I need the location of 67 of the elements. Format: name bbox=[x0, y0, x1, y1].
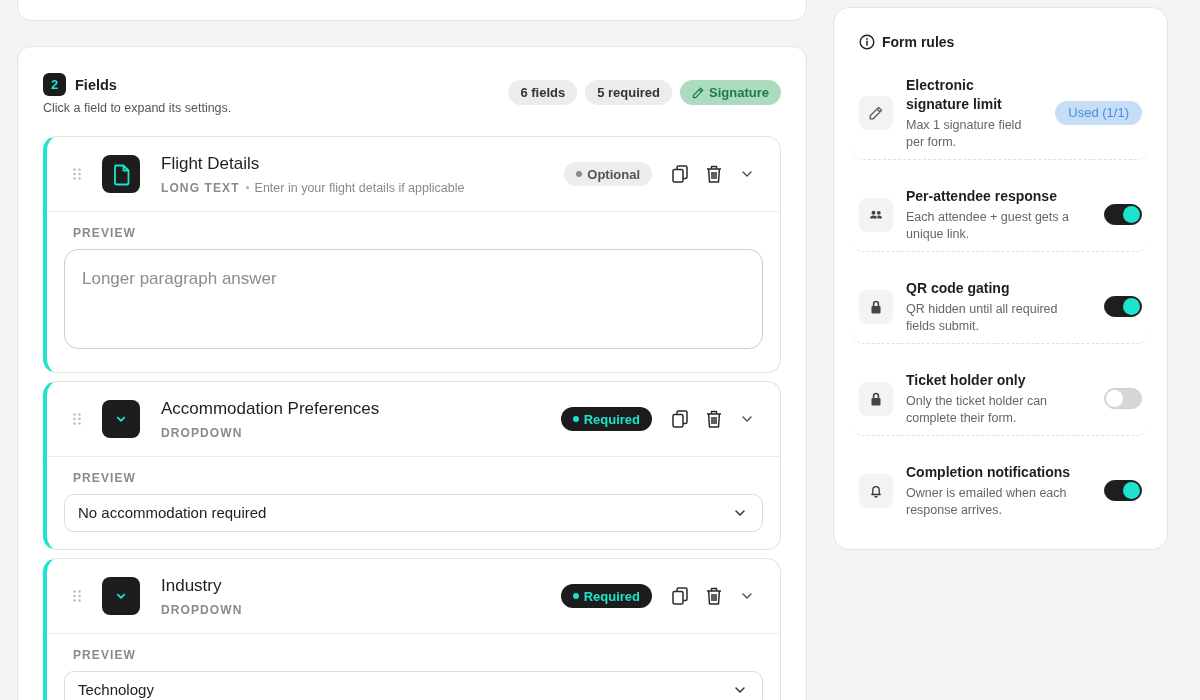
dropdown-field[interactable]: Technology bbox=[64, 671, 763, 700]
rule-title: Electronic signature limit bbox=[906, 76, 1003, 114]
count-chip: 6 fields bbox=[508, 80, 578, 105]
drag-handle-icon[interactable] bbox=[73, 413, 81, 425]
step-number: 2 bbox=[43, 73, 66, 96]
pencil-icon bbox=[692, 86, 705, 99]
dropdown-field[interactable]: No accommodation required bbox=[64, 494, 763, 532]
preview-label: PREVIEW bbox=[72, 470, 138, 486]
badge-label: Optional bbox=[587, 166, 640, 182]
chevron-down-icon bbox=[742, 171, 752, 177]
drag-handle-icon[interactable] bbox=[73, 168, 81, 180]
document-icon bbox=[102, 155, 140, 193]
lock-icon bbox=[859, 381, 893, 416]
rule-description: Only the ticket holder can complete their form. bbox=[906, 393, 1049, 426]
chevron-down-icon bbox=[742, 593, 752, 599]
field-type: DROPDOWN bbox=[161, 601, 243, 618]
toggle-switch[interactable] bbox=[1104, 296, 1142, 317]
info-icon bbox=[859, 34, 875, 50]
chip-label: Signature bbox=[709, 84, 769, 102]
pencil-icon bbox=[859, 96, 893, 130]
chevron-down-icon bbox=[102, 400, 140, 438]
section-subtitle: Click a field to expand its settings. bbox=[43, 101, 232, 115]
trash-icon bbox=[706, 587, 722, 605]
toggle-switch[interactable] bbox=[1104, 204, 1142, 225]
chevron-down-icon bbox=[735, 510, 745, 516]
copy-icon bbox=[672, 165, 688, 183]
status-dot-icon bbox=[576, 171, 583, 177]
field-type: LONG TEXT bbox=[161, 179, 240, 196]
rule-title: Ticket holder only bbox=[906, 371, 1027, 390]
drag-handle-icon[interactable] bbox=[73, 590, 81, 602]
rule-description: QR hidden until all required fields submit. bbox=[906, 301, 1059, 334]
badge-label: Required bbox=[583, 411, 640, 427]
badge-label: Required bbox=[583, 588, 640, 604]
chevron-down-icon bbox=[735, 687, 745, 693]
count-chip: 5 required bbox=[585, 80, 673, 105]
section-title: Fields bbox=[75, 76, 117, 93]
rule-description: Max 1 signature field per form. bbox=[906, 117, 1023, 150]
copy-icon bbox=[672, 587, 688, 605]
rule-title: QR code gating bbox=[906, 279, 1011, 298]
rule-title: Completion notifications bbox=[906, 463, 1072, 482]
rule-description: Each attendee + guest gets a unique link. bbox=[906, 209, 1070, 242]
panel-title: Form rules bbox=[882, 34, 955, 50]
preview-label: PREVIEW bbox=[72, 225, 138, 241]
bell-icon bbox=[859, 473, 893, 508]
field-card[interactable]: Accommodation Preferences DROPDOWN Required PREVIEW No accommodation required bbox=[43, 381, 781, 550]
field-title: Accommodation Preferences bbox=[161, 397, 381, 420]
trash-icon bbox=[706, 410, 722, 428]
status-dot-icon bbox=[572, 416, 579, 422]
copy-icon bbox=[672, 410, 688, 428]
rule-description: Owner is emailed when each response arrives. bbox=[906, 485, 1068, 518]
field-description: Enter in your flight details if applicable bbox=[254, 179, 465, 196]
field-type: DROPDOWN bbox=[161, 424, 243, 441]
toggle-switch[interactable] bbox=[1104, 480, 1142, 501]
trash-icon bbox=[706, 165, 722, 183]
people-icon bbox=[859, 197, 893, 232]
lock-icon bbox=[859, 289, 893, 324]
answer-field[interactable]: Longer paragraph answer bbox=[64, 249, 763, 349]
preview-label: PREVIEW bbox=[72, 647, 138, 663]
chevron-down-icon bbox=[102, 577, 140, 615]
chevron-down-icon bbox=[742, 416, 752, 422]
field-title: Flight Details bbox=[161, 152, 261, 175]
rule-title: Per-attendee response bbox=[906, 187, 1058, 206]
field-card[interactable]: Flight Details LONG TEXT Enter in your flight details if applicable Optional PREVIEW Longer paragraph answer bbox=[43, 136, 781, 373]
field-title: Industry bbox=[161, 574, 223, 597]
field-card[interactable]: Industry DROPDOWN Required PREVIEW Technology bbox=[43, 558, 781, 700]
usage-badge: Used (1/1) bbox=[1055, 101, 1142, 125]
status-dot-icon bbox=[572, 593, 579, 599]
